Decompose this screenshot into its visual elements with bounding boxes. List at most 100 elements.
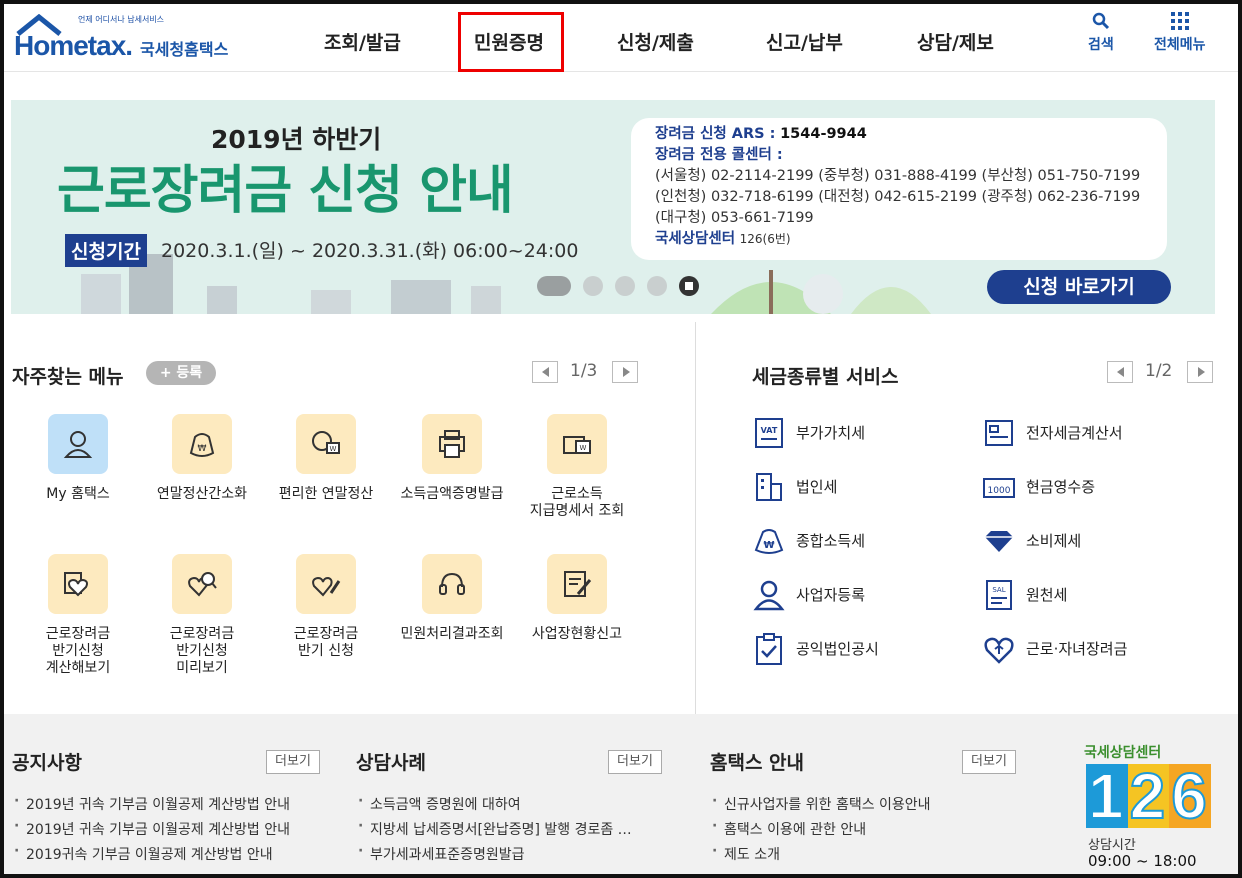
tax-next-button[interactable] xyxy=(1187,361,1213,383)
guide-item[interactable]: 홈택스 이용에 관한 안내 xyxy=(712,818,866,839)
tax-label: 전자세금계산서 xyxy=(1026,424,1123,442)
notice-item[interactable]: 2019귀속 기부금 이월공제 계산방법 안내 xyxy=(14,843,273,864)
banner-title: 근로장려금 신청 안내 xyxy=(57,161,514,221)
nav-inquiry-issue[interactable]: 조회/발급 xyxy=(324,28,401,55)
tax-prev-button[interactable] xyxy=(1107,361,1133,383)
guide-more-button[interactable]: 더보기 xyxy=(962,750,1016,774)
cases-title: 상담사례 xyxy=(356,752,426,774)
callcenter-line-3: (대구청) 053-661-7199 xyxy=(655,210,814,226)
menu-year-end-simplified[interactable]: ₩ 연말정산간소화 xyxy=(142,414,262,503)
menu-incentive-calc[interactable]: 근로장려금 반기신청 계산해보기 xyxy=(18,554,138,677)
invoice-icon xyxy=(985,420,1013,446)
banner-contact-box: 장려금 신청 ARS : 1544-9944 장려금 전용 콜센터 : (서울청… xyxy=(631,118,1167,260)
heart-pen-icon xyxy=(296,554,356,614)
tax-label: 공익법인공시 xyxy=(796,640,879,658)
search-label: 검색 xyxy=(1088,37,1114,53)
banner-period: 2020.3.1.(일) ~ 2020.3.31.(화) 06:00~24:00 xyxy=(161,240,579,262)
notice-item[interactable]: 2019년 귀속 기부금 이월공제 계산방법 안내 xyxy=(14,818,290,839)
all-menu-button[interactable]: 전체메뉴 xyxy=(1154,12,1206,54)
money-bag-icon: ₩ xyxy=(754,529,784,554)
menu-my-hometax[interactable]: My 홈택스 xyxy=(18,414,138,503)
slide-dot-2[interactable] xyxy=(583,276,603,296)
logo-korean: 국세청홈택스 xyxy=(140,40,229,59)
notice-item[interactable]: 2019년 귀속 기부금 이월공제 계산방법 안내 xyxy=(14,793,290,814)
tax-services-title: 세금종류별 서비스 xyxy=(752,366,899,388)
money-bag-icon: ₩ xyxy=(172,414,232,474)
nav-apply-submit[interactable]: 신청/제출 xyxy=(617,28,694,55)
slide-dot-1[interactable] xyxy=(537,276,571,296)
logo-tagline: 언제 어디서나 납세서비스 xyxy=(78,15,165,24)
search-button[interactable]: 검색 xyxy=(1088,12,1114,54)
apply-shortcut-button[interactable]: 신청 바로가기 xyxy=(987,270,1171,304)
section-divider xyxy=(695,322,696,714)
building-icon xyxy=(756,473,782,501)
tax-services-pager: 1/2 xyxy=(1107,361,1217,383)
salary-doc-icon: SAL xyxy=(986,580,1012,610)
hours-label: 상담시간 xyxy=(1088,838,1136,853)
center-label: 국세상담센터 xyxy=(1084,745,1162,761)
tax-center-label: 국세상담센터 xyxy=(655,231,736,247)
promo-banner[interactable]: 2019년 하반기 근로장려금 신청 안내 신청기간 2020.3.1.(일) … xyxy=(11,100,1215,314)
frequent-page-indicator: 1/3 xyxy=(570,361,598,381)
svg-text:₩: ₩ xyxy=(198,444,207,454)
menu-business-status[interactable]: 사업장현황신고 xyxy=(517,554,637,643)
printer-icon xyxy=(422,414,482,474)
menu-incentive-apply[interactable]: 근로장려금 반기 신청 xyxy=(266,554,386,660)
menu-incentive-preview[interactable]: 근로장려금 반기신청 미리보기 xyxy=(142,554,262,677)
hours-value: 09:00 ~ 18:00 xyxy=(1088,852,1197,870)
tax-consultation-center[interactable]: 국세상담센터 126 상담시간 09:00 ~ 18:00 xyxy=(1084,742,1224,870)
frequent-menu-title: 자주찾는 메뉴 xyxy=(12,366,124,388)
tax-center-number: 126(6번) xyxy=(739,232,791,246)
notice-more-button[interactable]: 더보기 xyxy=(266,750,320,774)
cases-more-button[interactable]: 더보기 xyxy=(608,750,662,774)
header: 언제 어디서나 납세서비스 Hometax. 국세청홈택스 조회/발급 민원증명… xyxy=(4,4,1238,72)
frequent-next-button[interactable] xyxy=(612,361,638,383)
heart-search-icon xyxy=(172,554,232,614)
ars-label: 장려금 신청 ARS : xyxy=(655,126,776,142)
grid-menu-icon xyxy=(1170,12,1189,30)
person-icon xyxy=(753,580,785,611)
svg-text:₩: ₩ xyxy=(763,540,774,551)
search-icon xyxy=(1092,12,1109,30)
menu-income-certificate[interactable]: 소득금액증명발급 xyxy=(392,414,512,503)
heart-doc-icon xyxy=(48,554,108,614)
person-icon xyxy=(48,414,108,474)
menu-label: 편리한 연말정산 xyxy=(278,486,374,502)
case-item[interactable]: 부가세과세표준증명원발급 xyxy=(358,843,525,864)
banner-period-tag: 신청기간 xyxy=(65,234,147,267)
nav-report-pay[interactable]: 신고/납부 xyxy=(766,28,843,55)
slide-pause-button[interactable] xyxy=(679,276,699,296)
notice-title: 공지사항 xyxy=(12,752,82,774)
hometax-logo[interactable]: 언제 어디서나 납세서비스 Hometax. 국세청홈택스 xyxy=(12,10,252,66)
case-item[interactable]: 소득금액 증명원에 대하여 xyxy=(358,793,521,814)
slide-dot-4[interactable] xyxy=(647,276,667,296)
page-frame: 언제 어디서나 납세서비스 Hometax. 국세청홈택스 조회/발급 민원증명… xyxy=(0,0,1242,878)
svg-text:SAL: SAL xyxy=(992,586,1005,594)
clipboard-check-icon xyxy=(756,633,782,665)
tax-label: 종합소득세 xyxy=(796,532,866,550)
menu-label: 근로소득 지급명세서 조회 xyxy=(529,486,625,519)
tax-label: 근로·자녀장려금 xyxy=(1026,640,1128,658)
frequent-pager: 1/3 xyxy=(532,361,642,383)
nav-consult-report[interactable]: 상담/제보 xyxy=(917,28,994,55)
menu-earned-income-statement[interactable]: W 근로소득 지급명세서 조회 xyxy=(517,414,637,520)
guide-title: 홈택스 안내 xyxy=(710,752,805,774)
menu-easy-year-end[interactable]: W 편리한 연말정산 xyxy=(266,414,386,503)
slide-dot-3[interactable] xyxy=(615,276,635,296)
menu-label: 소득금액증명발급 xyxy=(400,486,504,502)
menu-label: 근로장려금 반기신청 계산해보기 xyxy=(45,626,111,676)
menu-label: My 홈택스 xyxy=(46,486,110,502)
callcenter-line-1: (서울청) 02-2114-2199 (중부청) 031-888-4199 (부… xyxy=(655,168,1141,184)
guide-item[interactable]: 신규사업자를 위한 홈택스 이용안내 xyxy=(712,793,931,814)
case-item[interactable]: 지방세 납세증명서[완납증명] 발행 경로좀 … xyxy=(358,818,632,839)
register-button[interactable]: + 등록 xyxy=(146,361,216,385)
guide-item[interactable]: 제도 소개 xyxy=(712,843,780,864)
wallet-icon: W xyxy=(547,414,607,474)
bottom-section: 공지사항 더보기 2019년 귀속 기부금 이월공제 계산방법 안내 2019년… xyxy=(4,714,1238,874)
frequent-prev-button[interactable] xyxy=(532,361,558,383)
smile-coin-icon: W xyxy=(296,414,356,474)
tax-label: 부가가치세 xyxy=(796,424,866,442)
heart-icon xyxy=(984,637,1014,664)
menu-civil-result[interactable]: 민원처리결과조회 xyxy=(392,554,512,643)
callcenter-label: 장려금 전용 콜센터 : xyxy=(655,147,783,163)
